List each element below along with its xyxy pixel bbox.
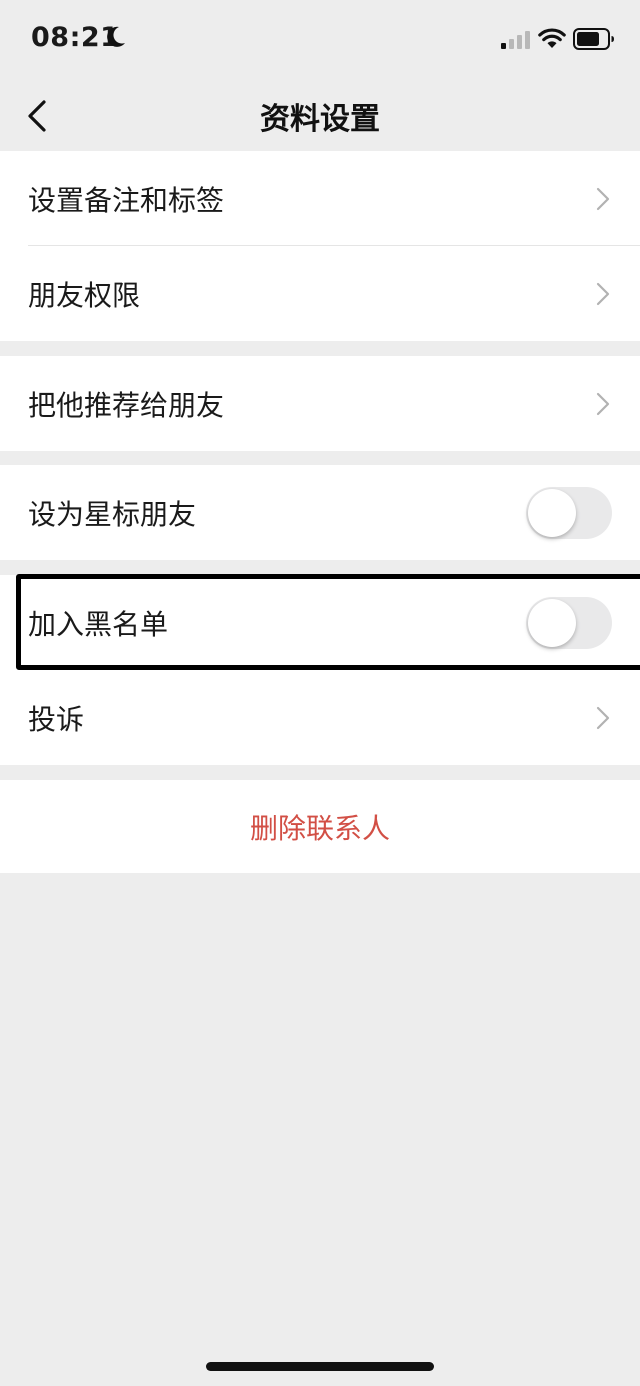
chevron-right-icon — [596, 706, 610, 729]
row-label: 设置备注和标签 — [28, 183, 225, 217]
delete-contact-label: 删除联系人 — [249, 811, 390, 845]
row-recommend-to-friend[interactable]: 把他推荐给朋友 — [0, 356, 640, 451]
row-add-to-blacklist: 加入黑名单 — [0, 575, 640, 670]
nav-bar: 资料设置 — [0, 80, 640, 150]
page-title: 资料设置 — [260, 102, 380, 137]
blacklist-toggle[interactable] — [526, 596, 612, 649]
settings-group-star: 设为星标朋友 — [0, 465, 640, 560]
row-label: 加入黑名单 — [28, 607, 169, 641]
delete-contact-button[interactable]: 删除联系人 — [0, 780, 640, 873]
chevron-right-icon — [596, 282, 610, 305]
wifi-icon — [538, 28, 566, 48]
row-label: 把他推荐给朋友 — [28, 388, 225, 422]
status-bar: 08:21 — [0, 0, 640, 80]
row-label: 设为星标朋友 — [28, 497, 197, 531]
battery-icon — [573, 28, 614, 50]
moon-icon — [107, 26, 125, 47]
chevron-right-icon — [596, 187, 610, 210]
row-friend-permissions[interactable]: 朋友权限 — [0, 246, 640, 341]
home-indicator[interactable] — [206, 1362, 434, 1371]
settings-group-blacklist-report: 加入黑名单 投诉 — [0, 575, 640, 765]
cellular-signal-icon — [501, 31, 530, 49]
row-remark-and-tags[interactable]: 设置备注和标签 — [0, 151, 640, 246]
star-friend-toggle[interactable] — [526, 486, 612, 539]
row-star-friend: 设为星标朋友 — [0, 465, 640, 560]
chevron-right-icon — [596, 392, 610, 415]
toggle-knob — [528, 598, 576, 647]
settings-group-remark-permissions: 设置备注和标签 朋友权限 — [0, 151, 640, 341]
row-label: 朋友权限 — [28, 278, 141, 312]
settings-group-recommend: 把他推荐给朋友 — [0, 356, 640, 451]
row-label: 投诉 — [28, 702, 85, 736]
toggle-knob — [528, 488, 576, 537]
row-report[interactable]: 投诉 — [0, 670, 640, 765]
